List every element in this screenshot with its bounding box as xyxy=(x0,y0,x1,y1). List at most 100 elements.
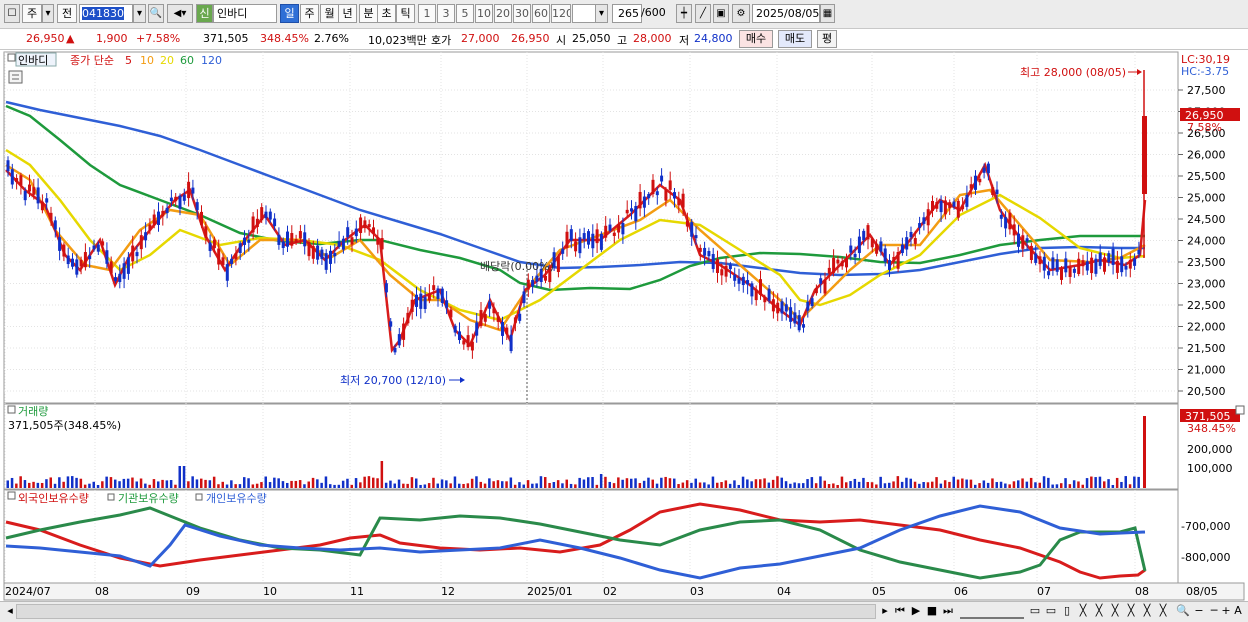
volume-bar xyxy=(931,481,934,488)
scroll-last-icon[interactable]: ⏭ xyxy=(941,604,955,619)
minute-60-button[interactable]: 60 xyxy=(532,4,550,23)
layout-2-icon[interactable]: ▭ xyxy=(1044,604,1058,619)
volume-bar xyxy=(1128,484,1132,488)
volume-bar xyxy=(101,481,104,488)
market-dropdown-icon[interactable]: ▾ xyxy=(42,4,54,23)
tool-6-icon[interactable]: ╳ xyxy=(1156,604,1170,619)
scroll-first-icon[interactable]: ⏮ xyxy=(893,604,907,619)
search-icon[interactable]: 🔍 xyxy=(148,4,164,23)
chart-area[interactable]: 최고 28,000 (08/05) 최저 20,700 (12/10) 배당락(… xyxy=(0,50,1248,601)
minute-20-button[interactable]: 20 xyxy=(494,4,512,23)
candle-body xyxy=(423,297,427,309)
tool-5-icon[interactable]: ╳ xyxy=(1140,604,1154,619)
volume-panel-close-icon[interactable] xyxy=(1235,405,1245,415)
minute-10-button[interactable]: 10 xyxy=(475,4,493,23)
volume-bar xyxy=(290,480,293,488)
candle-body xyxy=(462,340,466,345)
volume-bar xyxy=(303,484,306,488)
volume-bar xyxy=(703,482,706,488)
candle-body xyxy=(819,278,823,284)
zoom-out-icon[interactable]: − xyxy=(1192,604,1206,619)
minute-120-button[interactable]: 120 xyxy=(551,4,571,23)
code-dropdown-icon[interactable]: ▾ xyxy=(133,4,146,23)
market-select[interactable]: 주 xyxy=(22,4,42,23)
candle-body xyxy=(389,321,393,327)
volume-bar xyxy=(462,483,465,488)
zoom-search-icon[interactable]: 🔍 xyxy=(1176,604,1190,619)
chart-menu-icon[interactable]: ☐ xyxy=(4,4,20,23)
gear-icon[interactable]: ⚙ xyxy=(732,4,750,23)
candle-body xyxy=(432,285,436,291)
period-month-tab[interactable]: 월 xyxy=(320,4,339,23)
period-year-tab[interactable]: 년 xyxy=(338,4,357,23)
candle-body xyxy=(264,211,268,219)
data-count-input[interactable]: 265 xyxy=(612,4,642,23)
minute-1-button[interactable]: 1 xyxy=(418,4,436,23)
trend-tool-icon[interactable]: ╱ xyxy=(695,4,711,23)
price-panel-box-icon[interactable] xyxy=(7,53,16,62)
tool-2-icon[interactable]: ╳ xyxy=(1092,604,1106,619)
stop-icon[interactable]: ■ xyxy=(925,604,939,619)
horizontal-scrollbar[interactable] xyxy=(16,604,876,619)
chart-svg: 최고 28,000 (08/05) 최저 20,700 (12/10) 배당락(… xyxy=(3,51,1245,601)
volume-bar xyxy=(952,476,955,488)
tool-1-icon[interactable]: ╳ xyxy=(1076,604,1090,619)
volume-bar xyxy=(195,479,199,488)
candle-body xyxy=(750,283,754,297)
volume-panel-box-icon[interactable] xyxy=(7,405,16,414)
volume-bar xyxy=(148,484,151,488)
holdings-panel-box-icon[interactable] xyxy=(7,491,16,500)
stock-code-input[interactable]: 041830 xyxy=(79,4,133,23)
calendar-icon[interactable]: ▦ xyxy=(820,4,835,23)
zoom-slider[interactable] xyxy=(960,604,1024,619)
volume-bar xyxy=(307,481,310,488)
custom-period-dropdown-icon[interactable]: ▾ xyxy=(595,4,608,23)
volume-bar xyxy=(582,479,586,488)
calc-icon[interactable] xyxy=(8,70,23,84)
volume-bar xyxy=(905,477,908,488)
volume-bar xyxy=(1068,484,1072,488)
candle-body xyxy=(427,293,431,301)
buy-button[interactable]: 매수 xyxy=(739,30,773,48)
period-second-tab[interactable]: 초 xyxy=(377,4,396,23)
date-input[interactable]: 2025/08/05 xyxy=(752,4,820,23)
minute-5-button[interactable]: 5 xyxy=(456,4,474,23)
volume-bar xyxy=(1120,481,1123,488)
hc-label: HC:-3.75 xyxy=(1181,65,1229,78)
compare-button[interactable]: 전 xyxy=(57,4,77,23)
period-day-tab[interactable]: 일 xyxy=(280,4,299,23)
volume-bar xyxy=(1008,484,1011,488)
candle-body xyxy=(591,233,595,249)
period-week-tab[interactable]: 주 xyxy=(300,4,319,23)
volume-bar xyxy=(965,479,968,488)
play-icon[interactable]: ▶ xyxy=(909,604,923,619)
eval-button[interactable]: 평 xyxy=(817,30,837,48)
minute-30-button[interactable]: 30 xyxy=(513,4,531,23)
scroll-right-icon[interactable]: ▸ xyxy=(879,604,891,619)
volume-bar xyxy=(535,483,538,488)
zoom-in-icon[interactable]: + xyxy=(1220,604,1232,619)
candle-body xyxy=(544,276,547,281)
font-size-icon[interactable]: A xyxy=(1232,604,1244,619)
tool-4-icon[interactable]: ╳ xyxy=(1124,604,1138,619)
candle-body xyxy=(337,241,341,247)
save-icon[interactable]: ▣ xyxy=(713,4,729,23)
layout-icon[interactable]: ▭ xyxy=(1028,604,1042,619)
volume-bar xyxy=(978,483,981,488)
volume-bar xyxy=(496,480,500,488)
tool-3-icon[interactable]: ╳ xyxy=(1108,604,1122,619)
layout-3-icon[interactable]: ▯ xyxy=(1060,604,1074,619)
period-tick-tab[interactable]: 틱 xyxy=(396,4,415,23)
scroll-left-icon[interactable]: ◂ xyxy=(4,604,16,619)
volume-bar xyxy=(746,479,749,488)
volume-bar xyxy=(544,477,547,488)
period-minute-tab[interactable]: 분 xyxy=(359,4,378,23)
candle-body xyxy=(453,325,457,333)
stock-name-field[interactable]: 인바디 xyxy=(213,4,277,23)
candle-body xyxy=(509,334,513,352)
candle-type-icon[interactable]: ┿ xyxy=(676,4,692,23)
minute-3-button[interactable]: 3 xyxy=(437,4,455,23)
volume-bar xyxy=(673,478,676,488)
link-sound-icon[interactable]: ◀▾ xyxy=(167,4,193,23)
sell-button[interactable]: 매도 xyxy=(778,30,812,48)
